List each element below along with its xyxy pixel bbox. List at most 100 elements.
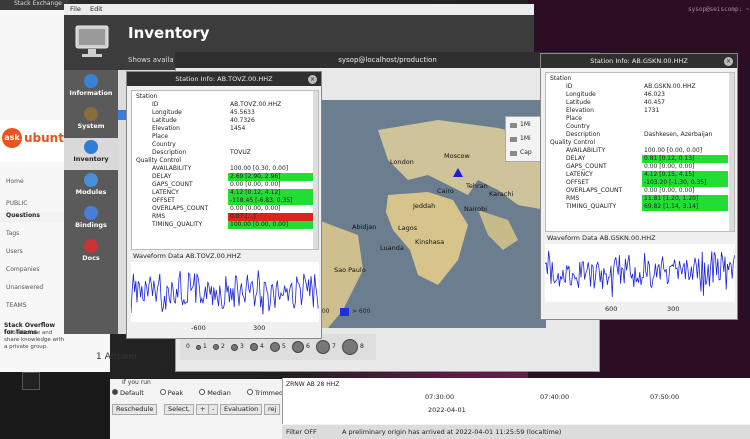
monitor-icon [72, 22, 112, 60]
waveform-plot[interactable] [130, 262, 319, 322]
sidebar-item-users[interactable]: Users [6, 248, 23, 258]
section-quality-control[interactable]: Quality Control [550, 139, 595, 147]
waveform-tick: 300 [253, 324, 266, 332]
field-key: Place [152, 133, 168, 140]
field-value: 46.023 [644, 91, 665, 98]
section-station[interactable]: Station [550, 75, 571, 83]
if-you-run-text: If you run [122, 379, 151, 386]
waveform-label: Waveform Data AB.TOVZ.00.HHZ [133, 252, 242, 260]
radio-label: Trimmed [254, 389, 284, 397]
station-field-row: Description TOVUZ [132, 149, 318, 157]
sidebar-item-home[interactable]: Home [6, 178, 24, 188]
sidebar-item-unanswered[interactable]: Unanswered [6, 284, 43, 294]
station-field-row: Place [546, 115, 734, 123]
field-value: AB.TOVZ.00.HHZ [230, 101, 282, 108]
qc-row: AVAILABILITY 100.00 [0.30, 0.00] [132, 165, 318, 173]
city-label: Cairo [437, 187, 454, 195]
trace-label: ZRNW AB 28 HHZ [286, 381, 340, 388]
sidebar-item-companies[interactable]: Companies [6, 266, 39, 276]
station-info-window-left: Station Info: AB.TOVZ.00.HHZ × Station ID… [126, 71, 322, 339]
magnitude-circle-icon [292, 341, 304, 353]
qc-key: AVAILABILITY [566, 147, 606, 154]
radio-dot-icon [199, 389, 206, 395]
menu-edit[interactable]: Edit [90, 5, 103, 13]
bindings-icon [84, 206, 98, 220]
city-label: Karachi [489, 190, 514, 198]
size-legend-label: 5 [282, 343, 286, 350]
radio-median[interactable]: Median [199, 389, 239, 397]
control-button-5[interactable]: rej [264, 404, 281, 415]
nav-item-label: System [77, 122, 105, 130]
field-key: Longitude [566, 91, 596, 98]
qc-key: LATENCY [566, 171, 593, 178]
tree-scrollbar[interactable] [729, 73, 734, 231]
close-icon[interactable]: × [724, 57, 733, 66]
qc-key: DELAY [566, 155, 586, 162]
time-tick: 07:50:00 [650, 393, 680, 401]
tree-scrollbar[interactable] [313, 91, 318, 249]
size-legend-label: 7 [332, 343, 336, 350]
qc-row: AVAILABILITY 100.00 [0.00, 0.00] [546, 147, 734, 155]
qc-value: 0.00 [0.00, 0.00] [230, 205, 281, 212]
station-field-row: Latitude 40.457 [546, 99, 734, 107]
waveform-trace [130, 270, 319, 315]
teams-body: – Collaborate and share knowledge with a… [4, 330, 65, 350]
qc-value: 11.81 [1.20, 1.20] [642, 195, 728, 203]
askubuntu-logo-icon[interactable]: ask [2, 128, 22, 148]
waveform-label: Waveform Data AB.GSKN.00.HHZ [547, 234, 656, 242]
legend-label: Cap [520, 149, 532, 156]
field-value: 40.457 [644, 99, 665, 106]
qc-row: TIMING_QUALITY 69.82 [1.14, 3.14] [546, 203, 734, 211]
sidebar-item-tags[interactable]: Tags [6, 230, 19, 240]
browser-tab[interactable]: Stack Exchange [0, 0, 70, 10]
inventory-menubar: File Edit [64, 4, 534, 15]
inventory-title: Inventory [128, 24, 210, 42]
qc-key: DELAY [152, 173, 172, 180]
waveform-plot[interactable] [544, 244, 735, 302]
city-label: London [390, 158, 414, 166]
radio-label: Peak [167, 389, 184, 397]
field-key: Elevation [152, 125, 180, 132]
sidebar-item-teams[interactable]: TEAMS [6, 302, 27, 312]
sidebar-item-questions[interactable]: Questions [0, 212, 66, 222]
section-quality-control[interactable]: Quality Control [136, 157, 181, 165]
control-button-3[interactable]: - [208, 404, 219, 415]
radio-default[interactable]: Default [112, 389, 152, 397]
inventory-subtitle: Shows availa [128, 56, 174, 64]
magnitude-circle-icon [316, 340, 330, 354]
city-label: Abidjan [352, 223, 377, 231]
terminal-prompt: sysop@seiscomp: ~ [688, 6, 750, 13]
field-key: Longitude [152, 109, 182, 116]
sidebar-item-public[interactable]: PUBLIC [6, 200, 27, 210]
field-value: 45.5633 [230, 109, 255, 116]
legend-label: 1Mi [520, 135, 531, 142]
field-value: Dashkesen, Azerbaijan [644, 131, 713, 138]
station-marker-icon[interactable] [453, 168, 463, 177]
qc-value: 0.81 [0.12, 0.13] [642, 155, 728, 163]
control-button-1[interactable]: Select, [164, 404, 195, 415]
size-legend-label: 0 [186, 343, 190, 350]
nav-item-information[interactable]: Information [64, 72, 118, 104]
nav-item-label: Information [69, 89, 113, 97]
qc-key: AVAILABILITY [152, 165, 192, 172]
trace-view[interactable] [282, 378, 750, 424]
nav-item-inventory[interactable]: Inventory [64, 138, 118, 170]
control-button-4[interactable]: Evaluation [220, 404, 263, 415]
menu-file[interactable]: File [70, 5, 81, 13]
radio-peak[interactable]: Peak [159, 389, 191, 397]
field-key: Latitude [152, 117, 177, 124]
station-field-row: ID AB.GSKN.00.HHZ [546, 83, 734, 91]
terminal-thumbnail-icon[interactable] [22, 372, 40, 390]
radio-dot-icon [246, 389, 253, 395]
section-station[interactable]: Station [136, 93, 157, 101]
nav-item-bindings[interactable]: Bindings [64, 204, 118, 236]
field-key: Elevation [566, 107, 594, 114]
nav-item-docs[interactable]: Docs [64, 237, 118, 269]
nav-item-system[interactable]: System [64, 105, 118, 137]
nav-item-modules[interactable]: Modules [64, 171, 118, 203]
qc-row: TIMING_QUALITY 100.00 [0.00, 0.00] [132, 221, 318, 229]
station-info-title: Station Info: AB.TOVZ.00.HHZ [127, 72, 321, 86]
control-button-0[interactable]: Reschedule [112, 404, 158, 415]
system-icon [84, 107, 98, 121]
close-icon[interactable]: × [308, 75, 317, 84]
